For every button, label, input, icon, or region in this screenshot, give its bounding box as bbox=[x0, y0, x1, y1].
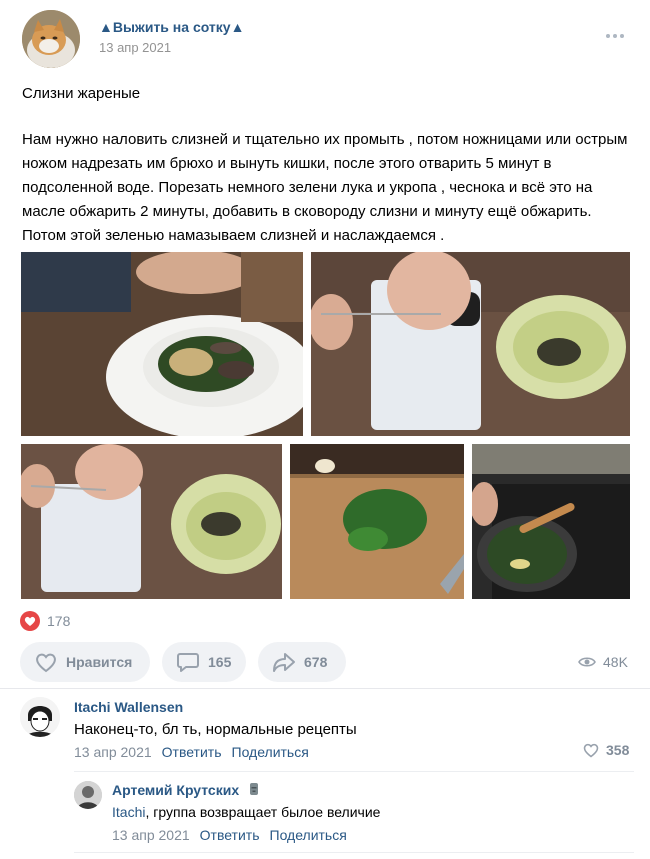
comment-icon bbox=[177, 653, 199, 672]
heart-outline-icon bbox=[36, 653, 56, 673]
share-comment-button[interactable]: Поделиться bbox=[232, 744, 309, 760]
photo-chopped-greens[interactable] bbox=[290, 444, 464, 599]
heart-outline-icon bbox=[583, 743, 599, 758]
photo-cutting-slug[interactable] bbox=[21, 444, 282, 599]
post-title: Слизни жареные bbox=[22, 85, 141, 102]
reply-avatar[interactable] bbox=[74, 781, 102, 809]
reply-date[interactable]: 13 апр 2021 bbox=[112, 827, 190, 843]
shares-count: 678 bbox=[304, 654, 328, 670]
comment-likes-count: 358 bbox=[606, 742, 630, 758]
eye-icon bbox=[578, 657, 596, 667]
more-icon bbox=[606, 34, 610, 38]
comment-avatar[interactable] bbox=[20, 697, 60, 737]
views-counter: 48K bbox=[578, 652, 628, 672]
reply-button[interactable]: Ответить bbox=[162, 744, 222, 760]
like-button-label: Нравится bbox=[66, 654, 133, 670]
divider bbox=[74, 852, 634, 853]
post-text: Нам нужно наловить слизней и тщательно и… bbox=[22, 131, 628, 244]
share-button[interactable]: 678 bbox=[258, 642, 346, 682]
views-count: 48K bbox=[603, 654, 628, 670]
reply-meta: 13 апр 2021 Ответить Поделиться bbox=[112, 827, 347, 843]
reply-text: Itachi, группа возвращает былое величие bbox=[112, 804, 381, 820]
post-date[interactable]: 13 апр 2021 bbox=[99, 40, 171, 55]
comment-button[interactable]: 165 bbox=[162, 642, 246, 682]
comment-meta: 13 апр 2021 Ответить Поделиться bbox=[74, 744, 309, 760]
post-header: ▲Выжить на сотку▲ 13 апр 2021 bbox=[0, 0, 650, 75]
divider bbox=[74, 771, 634, 772]
reply-author[interactable]: Артемий Крутских bbox=[112, 782, 259, 798]
mention-link[interactable]: Itachi bbox=[112, 804, 145, 820]
more-options-button[interactable] bbox=[603, 28, 627, 44]
likes-summary[interactable]: 178 bbox=[20, 611, 70, 631]
photo-slug-on-cutting-board[interactable] bbox=[311, 252, 630, 436]
divider bbox=[0, 688, 650, 689]
comment-text: Наконец-то, бл ть, нормальные рецепты bbox=[74, 721, 357, 738]
comment-date[interactable]: 13 апр 2021 bbox=[74, 744, 152, 760]
group-avatar[interactable] bbox=[22, 10, 80, 68]
moai-emoji-icon bbox=[250, 783, 259, 795]
likes-count: 178 bbox=[47, 613, 71, 629]
like-button[interactable]: Нравится bbox=[20, 642, 150, 682]
comments-count: 165 bbox=[208, 654, 232, 670]
share-comment-button[interactable]: Поделиться bbox=[270, 827, 347, 843]
heart-icon bbox=[20, 611, 40, 631]
reply-button[interactable]: Ответить bbox=[200, 827, 260, 843]
group-name[interactable]: ▲Выжить на сотку▲ bbox=[99, 19, 244, 35]
comment-author[interactable]: Itachi Wallensen bbox=[74, 699, 183, 715]
photo-frying-pan[interactable] bbox=[472, 444, 630, 599]
photo-plate-with-slugs[interactable] bbox=[21, 252, 303, 436]
share-icon bbox=[273, 653, 295, 672]
comment-like-button[interactable]: 358 bbox=[582, 742, 629, 758]
